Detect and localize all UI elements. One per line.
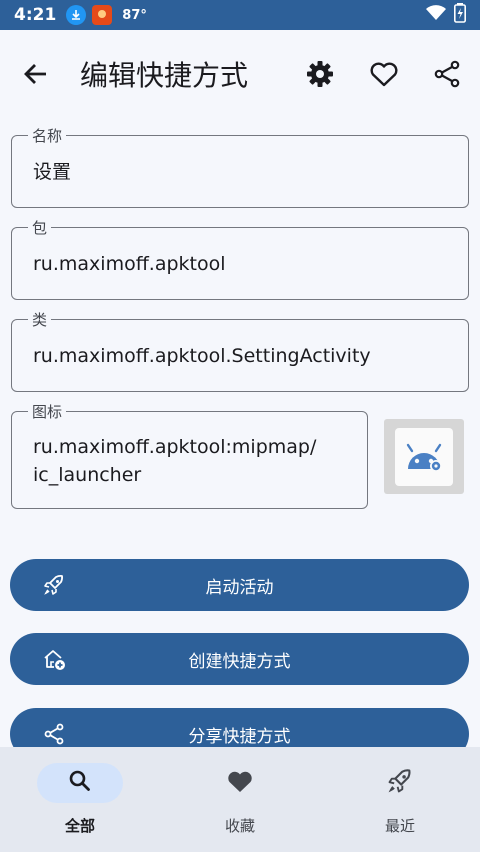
share-shortcut-label: 分享快捷方式: [188, 726, 291, 747]
icon-preview[interactable]: [384, 419, 464, 494]
icon-field-label: 图标: [28, 401, 67, 422]
class-field-value: ru.maximoff.apktool.SettingActivity: [33, 345, 371, 367]
package-field-label: 包: [28, 217, 52, 238]
launch-activity-button[interactable]: 启动活动: [10, 559, 469, 611]
icon-field-value-line1: ru.maximoff.apktool:mipmap/: [33, 436, 317, 458]
rocket-icon: [42, 573, 66, 597]
heart-outline-icon[interactable]: [368, 58, 400, 90]
gear-icon[interactable]: [304, 58, 336, 90]
search-icon: [67, 768, 93, 798]
nav-item-favorites-label: 收藏: [224, 817, 255, 835]
nav-item-recent-label: 最近: [384, 817, 415, 835]
class-field-label: 类: [28, 309, 52, 330]
page-title: 编辑快捷方式: [80, 59, 249, 92]
icon-field[interactable]: 图标 ru.maximoff.apktool:mipmap/ ic_launch…: [11, 401, 368, 509]
share-icon: [42, 722, 66, 746]
back-arrow-icon[interactable]: [20, 58, 52, 90]
create-shortcut-label: 创建快捷方式: [188, 651, 291, 672]
share-icon[interactable]: [431, 58, 463, 90]
heart-icon: [226, 768, 254, 798]
create-shortcut-button[interactable]: 创建快捷方式: [10, 633, 469, 685]
class-field[interactable]: 类 ru.maximoff.apktool.SettingActivity: [11, 309, 469, 392]
nav-item-all[interactable]: 全部: [0, 747, 160, 852]
package-field-value: ru.maximoff.apktool: [33, 253, 226, 275]
nav-item-recent[interactable]: 最近: [320, 747, 480, 852]
battery-icon: [454, 3, 466, 27]
status-temperature: 87°: [122, 7, 147, 23]
bottom-navigation: 全部 收藏 最近: [0, 747, 480, 852]
nav-active-indicator: [37, 763, 123, 803]
rocket-icon: [386, 767, 414, 799]
name-field[interactable]: 名称 设置: [11, 125, 469, 208]
wifi-icon: [426, 5, 446, 25]
status-bar: 4:21 87°: [0, 0, 480, 30]
nav-item-recent-icon-wrap: [357, 763, 443, 803]
app-notification-icon: [92, 5, 113, 25]
name-field-value: 设置: [33, 161, 72, 183]
icon-field-value-line2: ic_launcher: [33, 464, 142, 486]
download-icon: [66, 5, 87, 25]
nav-item-all-label: 全部: [64, 817, 95, 835]
status-time: 4:21: [14, 5, 57, 25]
package-field[interactable]: 包 ru.maximoff.apktool: [11, 217, 469, 300]
nav-item-favorites[interactable]: 收藏: [160, 747, 320, 852]
launch-activity-label: 启动活动: [205, 577, 274, 598]
home-add-icon: [42, 647, 66, 671]
app-bar: 编辑快捷方式: [0, 30, 480, 118]
nav-item-favorites-icon-wrap: [197, 763, 283, 803]
name-field-label: 名称: [28, 125, 67, 146]
android-launcher-icon: [395, 427, 453, 486]
